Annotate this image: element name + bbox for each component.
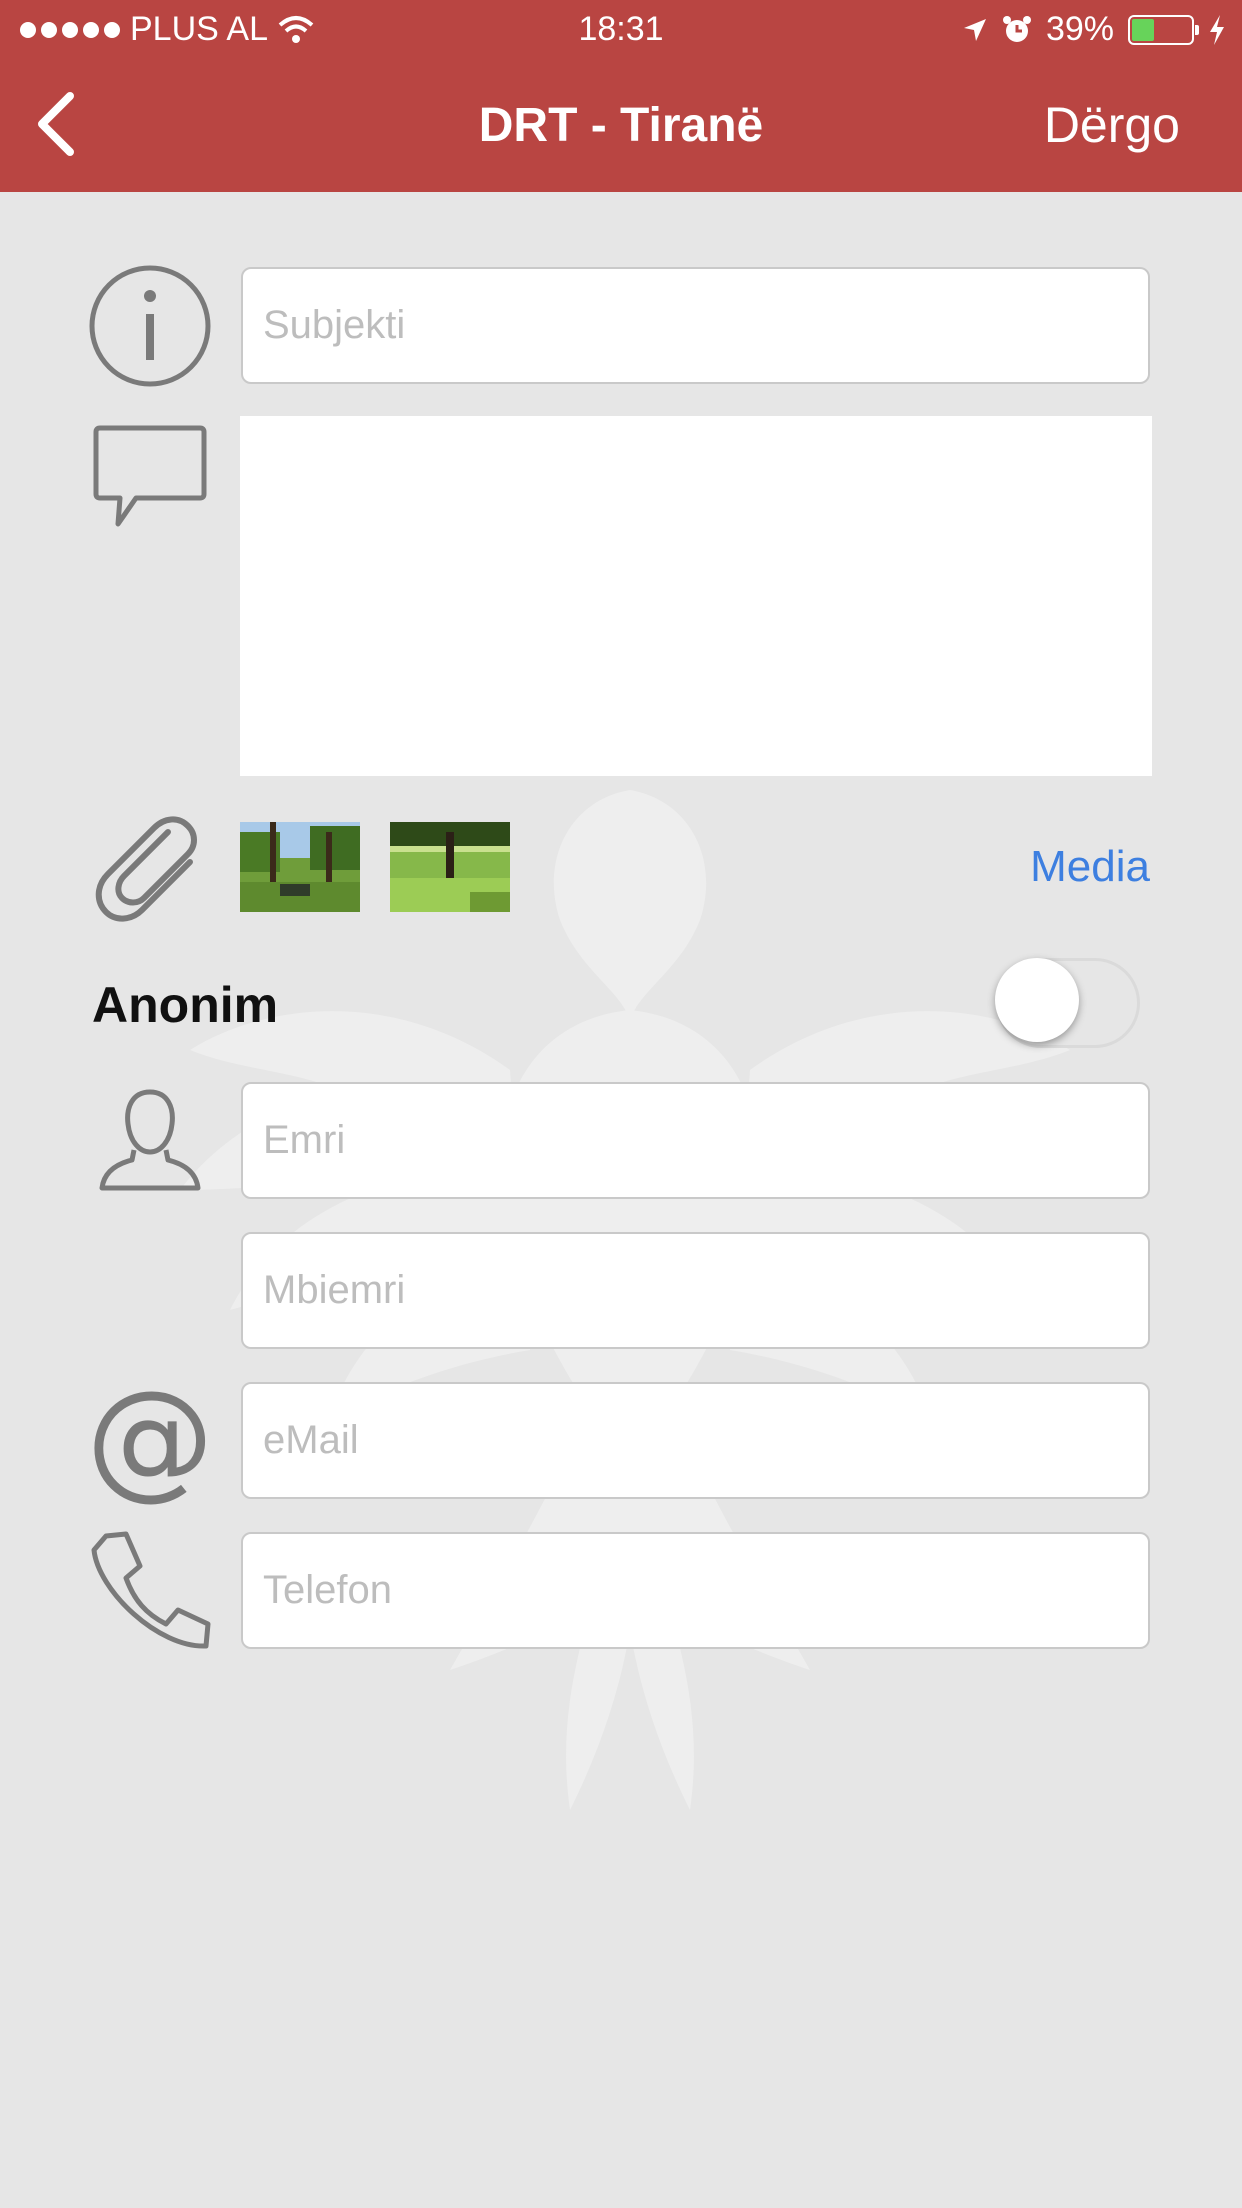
toggle-knob — [995, 958, 1079, 1042]
alarm-icon — [1002, 15, 1031, 42]
attachment-thumbnail-2[interactable] — [390, 822, 510, 912]
info-icon — [89, 265, 211, 387]
speech-bubble-icon — [93, 425, 207, 527]
location-arrow-icon — [963, 18, 986, 41]
paperclip-icon — [95, 816, 197, 922]
media-button[interactable]: Media — [1030, 842, 1150, 892]
last-name-input[interactable]: Mbiemri — [241, 1232, 1150, 1349]
nav-bar: DRT - Tiranë Dërgo — [0, 60, 1242, 192]
at-sign-icon: @ — [90, 1386, 210, 1506]
anonymous-label: Anonim — [92, 977, 279, 1033]
svg-text:@: @ — [90, 1386, 210, 1506]
phone-icon — [91, 1531, 211, 1649]
status-bar: PLUS AL 18:31 39% — [0, 0, 1242, 60]
phone-input[interactable]: Telefon — [241, 1532, 1150, 1649]
email-input[interactable]: eMail — [241, 1382, 1150, 1499]
battery-percent: 39% — [1045, 10, 1114, 48]
first-name-input[interactable]: Emri — [241, 1082, 1150, 1199]
charging-bolt-icon — [1210, 14, 1224, 45]
attachment-thumbnail-1[interactable] — [240, 822, 360, 912]
subject-input[interactable]: Subjekti — [241, 267, 1150, 384]
battery-icon — [1128, 14, 1199, 45]
status-right: 39% — [962, 10, 1226, 49]
message-textarea[interactable] — [240, 416, 1152, 776]
send-button[interactable]: Dërgo — [1044, 96, 1180, 154]
anonymous-toggle[interactable] — [995, 958, 1140, 1048]
user-icon — [99, 1089, 201, 1191]
